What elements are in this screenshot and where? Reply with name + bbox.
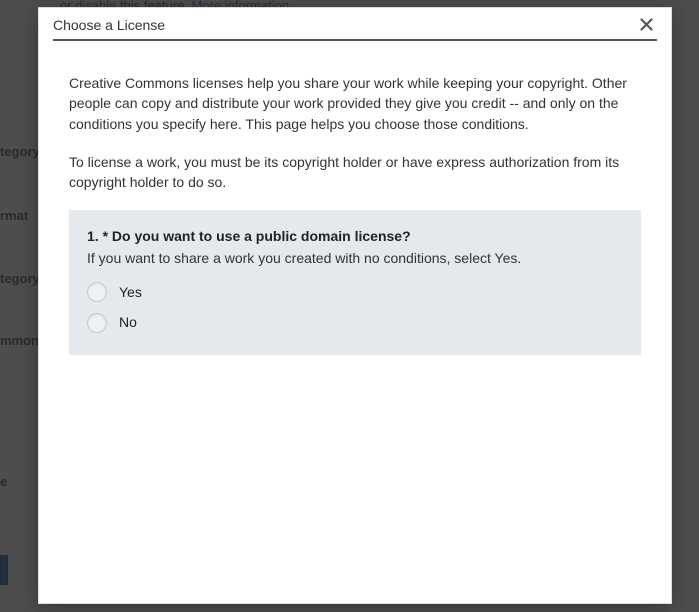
option-no-label: No xyxy=(119,312,137,332)
intro-paragraph-1: Creative Commons licenses help you share… xyxy=(69,73,641,134)
close-button[interactable] xyxy=(636,16,657,33)
choose-license-dialog: Choose a License Creative Commons licens… xyxy=(38,7,672,604)
question-title: 1. * Do you want to use a public domain … xyxy=(87,226,623,246)
radio-icon xyxy=(87,282,107,302)
intro-text: Creative Commons licenses help you share… xyxy=(69,73,641,192)
option-yes-label: Yes xyxy=(119,282,142,302)
question-subtitle: If you want to share a work you created … xyxy=(87,248,623,268)
option-no[interactable]: No xyxy=(87,312,623,332)
radio-icon xyxy=(87,313,107,333)
question-panel: 1. * Do you want to use a public domain … xyxy=(69,210,641,354)
question-text: Do you want to use a public domain licen… xyxy=(112,228,411,244)
close-icon xyxy=(640,18,653,31)
option-yes[interactable]: Yes xyxy=(87,282,623,302)
dialog-title: Choose a License xyxy=(53,17,165,33)
dialog-header: Choose a License xyxy=(39,8,671,39)
intro-paragraph-2: To license a work, you must be its copyr… xyxy=(69,152,641,193)
dialog-body: Creative Commons licenses help you share… xyxy=(39,41,671,375)
question-number: 1. * xyxy=(87,228,112,244)
